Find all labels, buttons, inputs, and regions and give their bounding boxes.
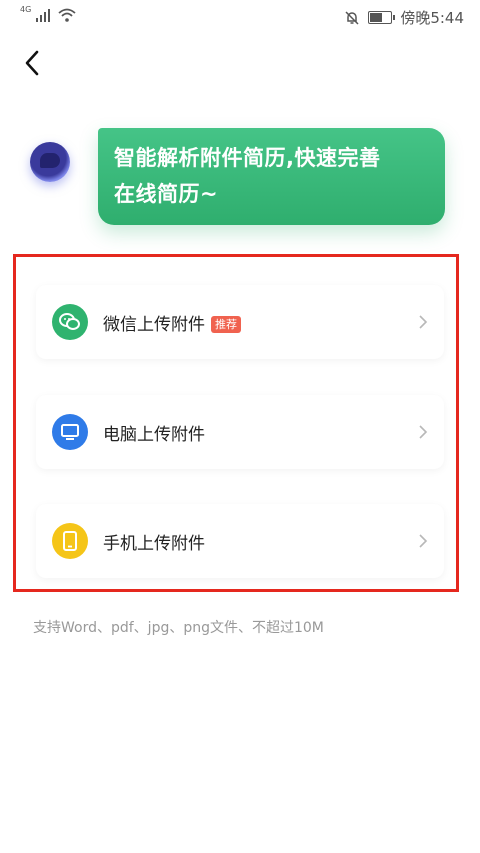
chevron-right-icon [419, 425, 428, 439]
network-type: 4G [20, 5, 32, 14]
recommended-badge: 推荐 [211, 316, 241, 333]
assistant-message-line1: 智能解析附件简历,快速完善 [114, 146, 381, 170]
option-label: 微信上传附件 [103, 315, 205, 335]
chevron-right-icon [419, 315, 428, 329]
clock: 傍晚5:44 [400, 9, 464, 27]
status-bar: 4G 傍晚5:44 [0, 0, 480, 34]
computer-upload-option[interactable]: 电脑上传附件 [36, 395, 444, 469]
phone-upload-option[interactable]: 手机上传附件 [36, 504, 444, 578]
chevron-right-icon [419, 534, 428, 548]
file-format-hint: 支持Word、pdf、jpg、png文件、不超过10M [33, 620, 324, 636]
phone-icon [52, 523, 88, 559]
wechat-upload-label: 微信上传附件 推荐 [103, 310, 241, 335]
back-arrow-icon[interactable] [18, 48, 48, 78]
computer-icon [52, 414, 88, 450]
mute-bell-icon [345, 10, 359, 25]
assistant-message-bubble: 智能解析附件简历,快速完善 在线简历~ [98, 128, 445, 225]
assistant-message-line2: 在线简历~ [114, 182, 219, 206]
wechat-icon [52, 304, 88, 340]
wifi-icon [58, 8, 76, 22]
signal-icon [36, 8, 51, 22]
status-right: 傍晚5:44 [344, 7, 464, 28]
phone-upload-label: 手机上传附件 [103, 534, 205, 554]
battery-icon [368, 11, 396, 24]
assistant-avatar [30, 142, 70, 182]
wechat-upload-option[interactable]: 微信上传附件 推荐 [36, 285, 444, 359]
signal-group: 4G [20, 5, 76, 22]
computer-upload-label: 电脑上传附件 [103, 425, 205, 445]
